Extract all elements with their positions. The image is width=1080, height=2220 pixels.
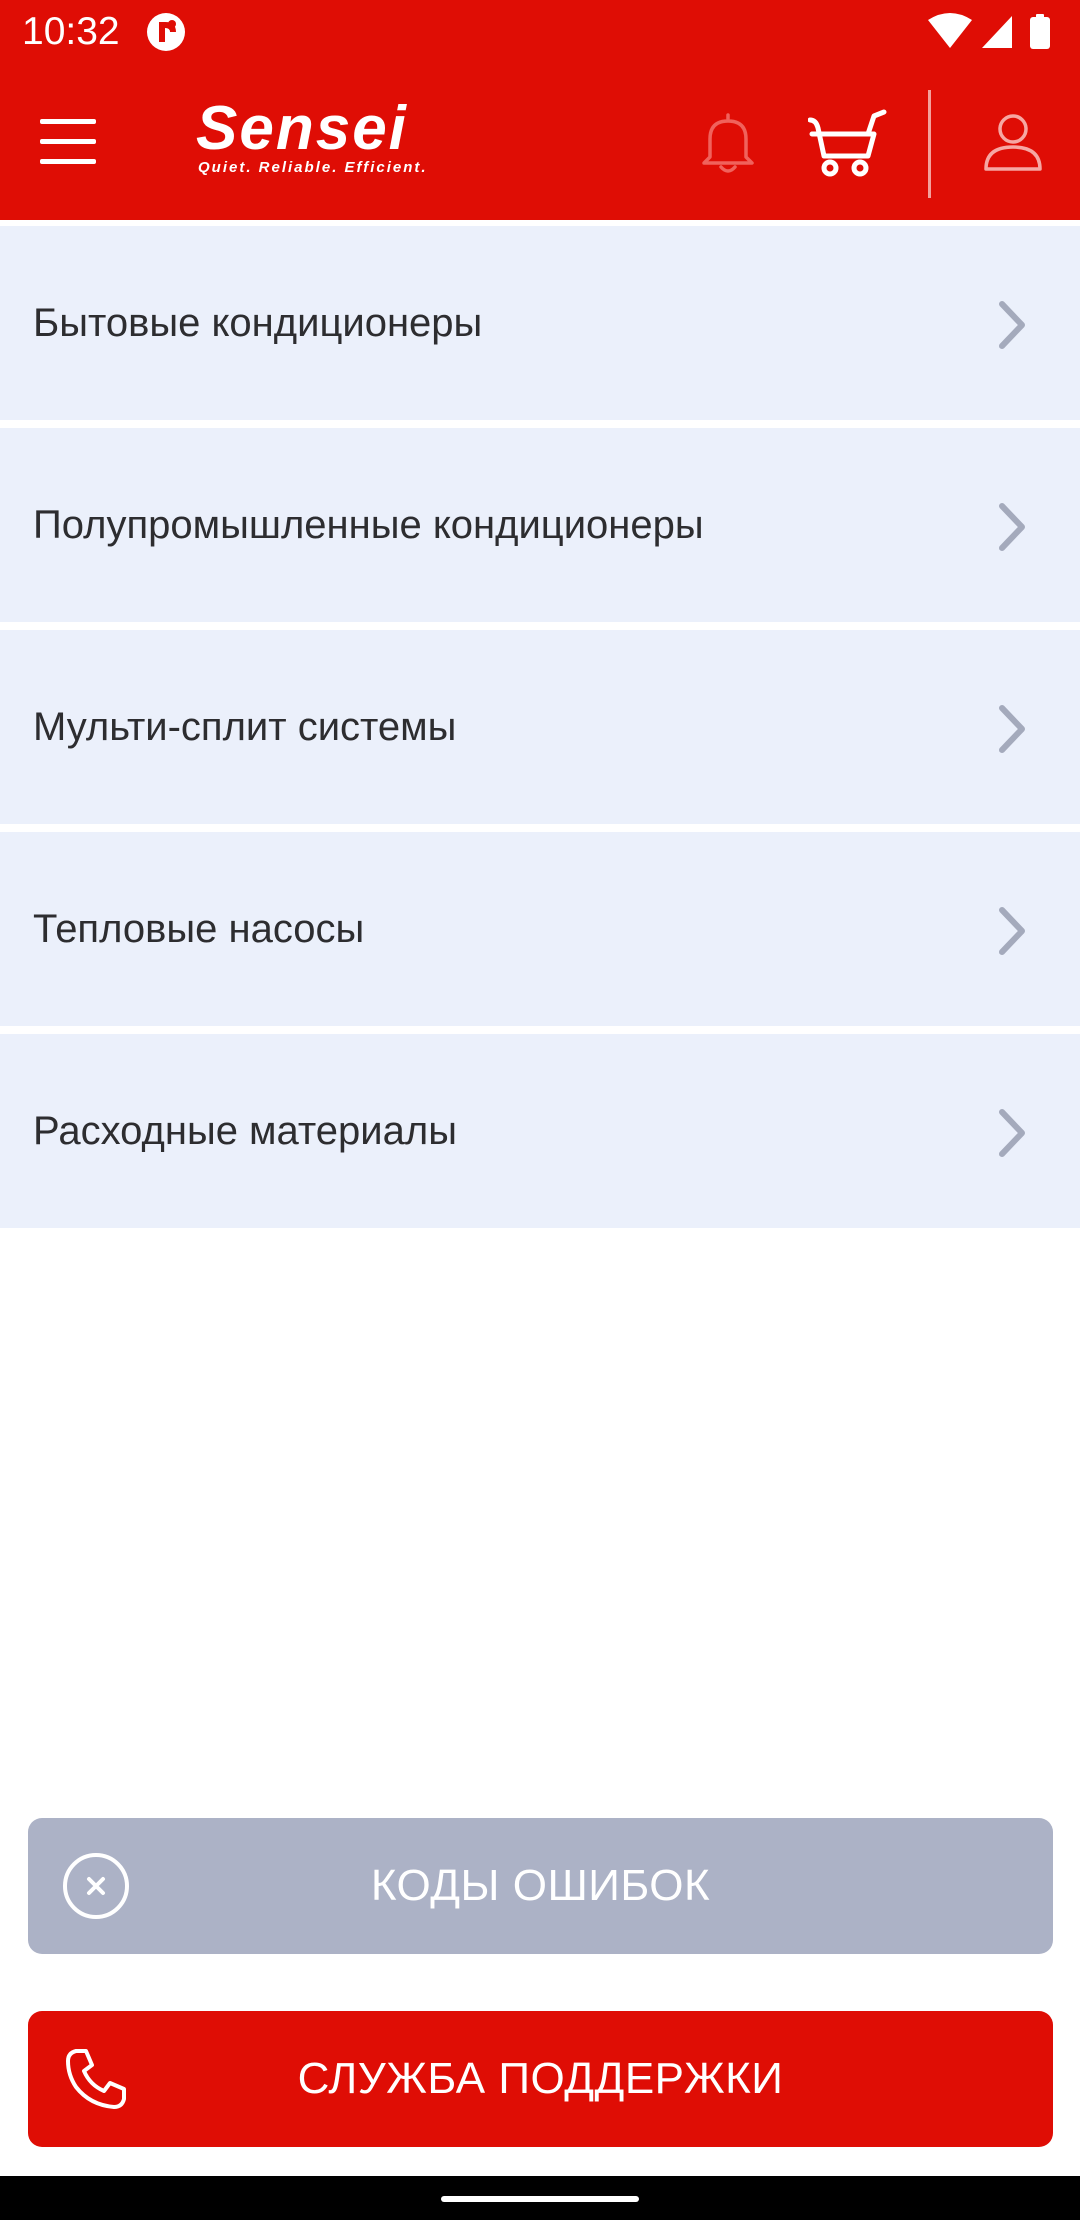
chevron-right-icon xyxy=(999,301,1025,349)
chevron-right-icon xyxy=(999,907,1025,955)
system-nav-bar xyxy=(0,2176,1080,2220)
cellular-signal-icon xyxy=(982,16,1012,48)
battery-icon xyxy=(1030,14,1050,49)
chevron-right-icon xyxy=(999,503,1025,551)
menu-icon[interactable] xyxy=(30,109,106,173)
category-item-household-ac[interactable]: Бытовые кондиционеры xyxy=(0,226,1080,420)
status-bar: 10:32 xyxy=(0,0,1080,64)
app-bar: Sensei Quiet. Reliable. Efficient. xyxy=(0,64,1080,220)
category-item-semi-industrial-ac[interactable]: Полупромышленные кондиционеры xyxy=(0,428,1080,622)
status-icons xyxy=(928,13,1050,49)
category-item-heat-pumps[interactable]: Тепловые насосы xyxy=(0,832,1080,1026)
cart-icon[interactable] xyxy=(808,108,888,178)
category-list: Бытовые кондиционеры Полупромышленные ко… xyxy=(0,220,1080,1236)
support-label: СЛУЖБА ПОДДЕРЖКИ xyxy=(297,2054,784,2103)
category-label: Расходные материалы xyxy=(33,1109,457,1153)
category-label: Бытовые кондиционеры xyxy=(33,301,483,345)
error-codes-label: КОДЫ ОШИБОК xyxy=(370,1861,711,1910)
chevron-right-icon xyxy=(999,705,1025,753)
category-item-multi-split[interactable]: Мульти-сплит системы xyxy=(0,630,1080,824)
home-gesture-bar[interactable] xyxy=(441,2196,639,2202)
bell-icon[interactable] xyxy=(696,109,760,177)
category-label: Мульти-сплит системы xyxy=(33,705,457,749)
chevron-right-icon xyxy=(999,1109,1025,1157)
support-button[interactable]: СЛУЖБА ПОДДЕРЖКИ xyxy=(28,2011,1053,2147)
brand-logo: Sensei Quiet. Reliable. Efficient. xyxy=(196,98,480,176)
user-icon[interactable] xyxy=(980,109,1046,175)
brand-tagline: Quiet. Reliable. Efficient. xyxy=(198,159,428,176)
app-notification-icon xyxy=(147,13,185,51)
category-label: Полупромышленные кондиционеры xyxy=(33,503,704,547)
error-codes-button[interactable]: КОДЫ ОШИБОК xyxy=(28,1818,1053,1954)
app-bar-divider xyxy=(928,90,931,198)
category-label: Тепловые насосы xyxy=(33,907,365,951)
status-time: 10:32 xyxy=(22,10,120,53)
wifi-icon xyxy=(928,13,972,48)
category-item-consumables[interactable]: Расходные материалы xyxy=(0,1034,1080,1228)
brand-name: Sensei xyxy=(196,94,408,163)
